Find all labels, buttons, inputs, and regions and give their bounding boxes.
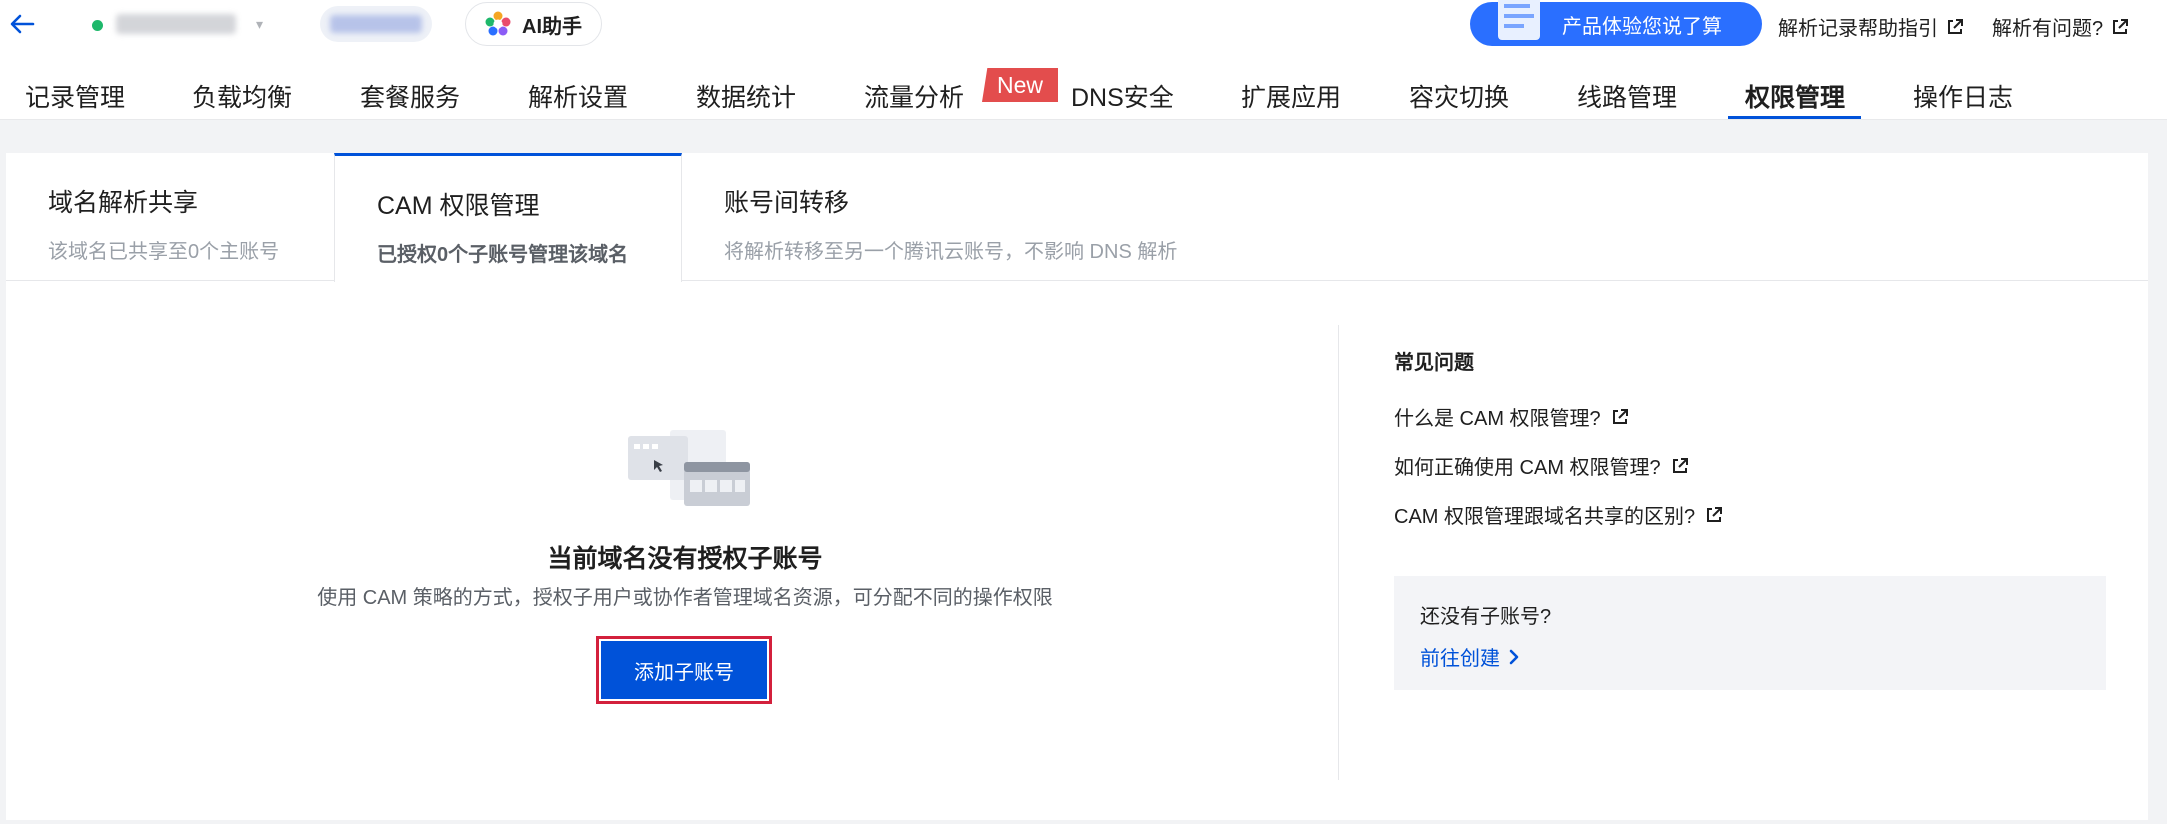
nav-tab-traffic-analysis[interactable]: 流量分析 xyxy=(864,78,964,114)
nav-tab-dns-security[interactable]: DNS安全 xyxy=(1071,78,1174,114)
help-guide-link[interactable]: 解析记录帮助指引 xyxy=(1778,12,1964,41)
empty-window-illustration-icon xyxy=(628,430,750,506)
nav-tab-statistics[interactable]: 数据统计 xyxy=(696,78,796,114)
top-bar: ▾ AI助手 产品体验您说了算 解析记录帮助指引 解析有问题? xyxy=(0,0,2167,50)
faq-link-label: 什么是 CAM 权限管理? xyxy=(1394,408,1601,430)
chevron-down-icon[interactable]: ▾ xyxy=(256,16,263,33)
document-icon xyxy=(1498,0,1540,40)
go-create-link[interactable]: 前往创建 xyxy=(1420,642,1520,671)
ai-assistant-button[interactable]: AI助手 xyxy=(465,2,602,46)
nav-tab-operation-logs[interactable]: 操作日志 xyxy=(1913,78,2013,114)
plan-badge-redacted xyxy=(330,15,422,33)
ai-assistant-label: AI助手 xyxy=(522,15,582,38)
sub-tabs: 域名解析共享 该域名已共享至0个主账号 CAM 权限管理 已授权0个子账号管理该… xyxy=(6,153,2148,282)
faq-link-cam-vs-sharing[interactable]: CAM 权限管理跟域名共享的区别? xyxy=(1394,500,1723,529)
nav-tab-extensions[interactable]: 扩展应用 xyxy=(1241,78,1341,114)
ai-logo-icon xyxy=(485,11,511,36)
subtab-desc: 该域名已共享至0个主账号 xyxy=(48,241,280,263)
nav-tab-failover[interactable]: 容灾切换 xyxy=(1409,78,1509,114)
subtab-title: CAM 权限管理 xyxy=(377,192,540,220)
create-subaccount-question: 还没有子账号? xyxy=(1420,606,1552,628)
nav-tab-records[interactable]: 记录管理 xyxy=(25,78,125,114)
faq-link-label: CAM 权限管理跟域名共享的区别? xyxy=(1394,506,1696,528)
domain-status-dot xyxy=(92,20,103,31)
nav-tab-permissions[interactable]: 权限管理 xyxy=(1745,78,1845,114)
nav-tab-plans[interactable]: 套餐服务 xyxy=(360,78,460,114)
empty-state-title: 当前域名没有授权子账号 xyxy=(547,545,823,573)
faq-link-label: 如何正确使用 CAM 权限管理? xyxy=(1394,457,1661,479)
subtab-cam-permissions[interactable]: CAM 权限管理 已授权0个子账号管理该域名 xyxy=(334,153,682,282)
dns-issue-label: 解析有问题? xyxy=(1992,18,2104,40)
faq-link-how-to-use-cam[interactable]: 如何正确使用 CAM 权限管理? xyxy=(1394,451,1689,480)
domain-selector-redacted[interactable] xyxy=(116,14,236,34)
add-subaccount-highlight: 添加子账号 xyxy=(596,636,772,704)
subtab-domain-sharing[interactable]: 域名解析共享 该域名已共享至0个主账号 xyxy=(6,153,334,281)
subtab-desc: 将解析转移至另一个腾讯云账号，不影响 DNS 解析 xyxy=(724,241,1178,263)
subtab-title: 账号间转移 xyxy=(724,189,850,217)
new-badge: New xyxy=(982,68,1058,102)
help-guide-label: 解析记录帮助指引 xyxy=(1778,18,1938,40)
dns-issue-link[interactable]: 解析有问题? xyxy=(1992,12,2129,41)
feedback-button[interactable]: 产品体验您说了算 xyxy=(1470,0,1762,46)
external-link-icon xyxy=(1612,408,1628,424)
faq-link-what-is-cam[interactable]: 什么是 CAM 权限管理? xyxy=(1394,402,1629,431)
empty-state-description: 使用 CAM 策略的方式，授权子用户或协作者管理域名资源，可分配不同的操作权限 xyxy=(317,587,1053,609)
go-create-label: 前往创建 xyxy=(1420,648,1500,670)
external-link-icon xyxy=(1707,506,1723,522)
subtab-desc: 已授权0个子账号管理该域名 xyxy=(377,244,629,266)
back-arrow-icon[interactable] xyxy=(8,10,36,38)
nav-tab-lines[interactable]: 线路管理 xyxy=(1577,78,1677,114)
external-link-icon xyxy=(2113,18,2129,34)
external-link-icon xyxy=(1672,457,1688,473)
subtab-account-transfer[interactable]: 账号间转移 将解析转移至另一个腾讯云账号，不影响 DNS 解析 xyxy=(682,153,1382,281)
create-subaccount-box: 还没有子账号? 前往创建 xyxy=(1394,576,2106,690)
chevron-right-icon xyxy=(1509,649,1519,664)
nav-tab-dns-settings[interactable]: 解析设置 xyxy=(528,78,628,114)
feedback-label: 产品体验您说了算 xyxy=(1562,15,1722,38)
add-subaccount-button[interactable]: 添加子账号 xyxy=(601,641,767,699)
faq-title: 常见问题 xyxy=(1394,352,1474,374)
subtab-title: 域名解析共享 xyxy=(48,189,199,217)
nav-tab-load-balance[interactable]: 负载均衡 xyxy=(192,78,292,114)
active-tab-indicator xyxy=(1728,116,1861,119)
external-link-icon xyxy=(1948,18,1963,34)
